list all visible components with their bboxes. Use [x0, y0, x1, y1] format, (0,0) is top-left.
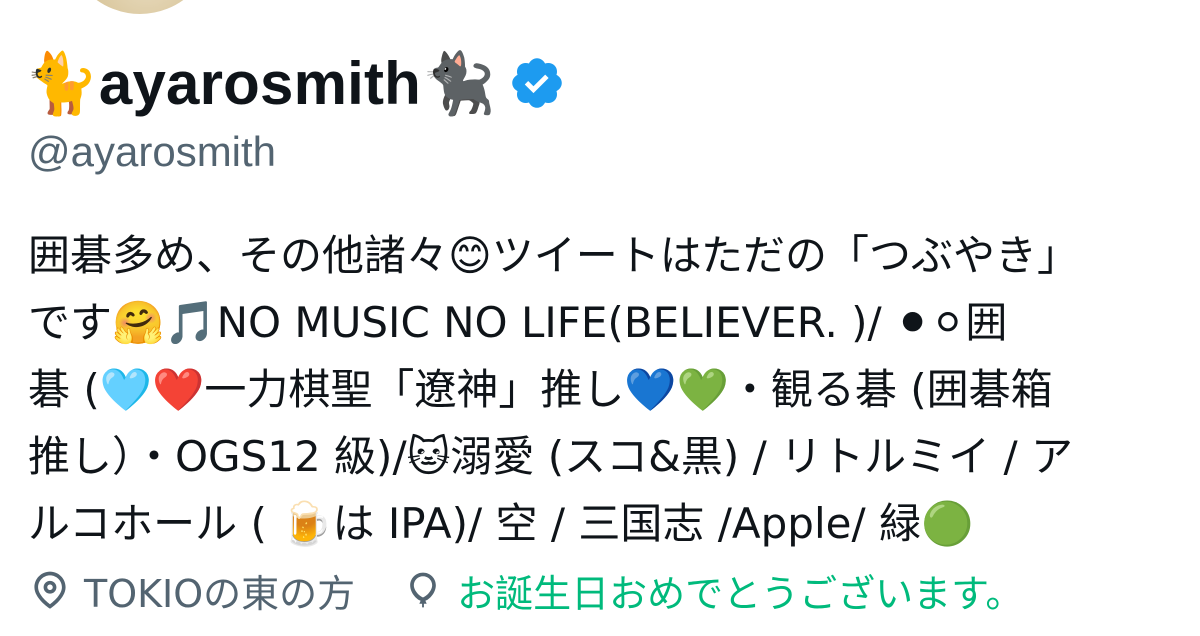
profile-meta: TOKIOの東の方 お誕生日おめでとうございます。 — [28, 560, 1023, 620]
display-name: 🐈ayarosmith🐈‍⬛ — [24, 49, 496, 117]
bio-line: 碁 (🩵❤️一力棋聖「遼神」推し💙💚・観る碁 (囲碁箱 — [28, 365, 1053, 414]
birthday-text: お誕生日おめでとうございます。 — [457, 571, 1024, 616]
bio-line: ルコホール ( 🍺は IPA)/ 空 / 三国志 /Apple/ 緑🟢 — [28, 499, 974, 548]
profile-card: 🐈ayarosmith🐈‍⬛ @ayarosmith 囲碁多め、その他諸々😊ツイ… — [0, 0, 1200, 636]
location-text: TOKIOの東の方 — [84, 571, 356, 616]
bio-line: 推し）・OGS12 級)/🐱溺愛 (スコ&黒) / リトルミイ / ア — [28, 432, 1073, 481]
avatar[interactable] — [60, 0, 220, 20]
profile-bio: 囲碁多め、その他諸々😊ツイートはただの「つぶやき」 です🤗🎵NO MUSIC N… — [28, 222, 1178, 557]
verified-badge-icon[interactable] — [508, 54, 566, 112]
location-pin-icon — [34, 571, 66, 609]
birthday-item: お誕生日おめでとうございます。 — [401, 563, 1023, 618]
location-item: TOKIOの東の方 — [28, 563, 355, 618]
bio-line: 囲碁多め、その他諸々😊ツイートはただの「つぶやき」 — [28, 231, 1079, 280]
name-row: 🐈ayarosmith🐈‍⬛ — [24, 38, 566, 128]
username-handle: @ayarosmith — [28, 128, 277, 175]
balloon-icon — [410, 572, 437, 608]
bio-line: です🤗🎵NO MUSIC NO LIFE(BELIEVER. )/ ⚫⚪囲 — [28, 298, 1008, 347]
